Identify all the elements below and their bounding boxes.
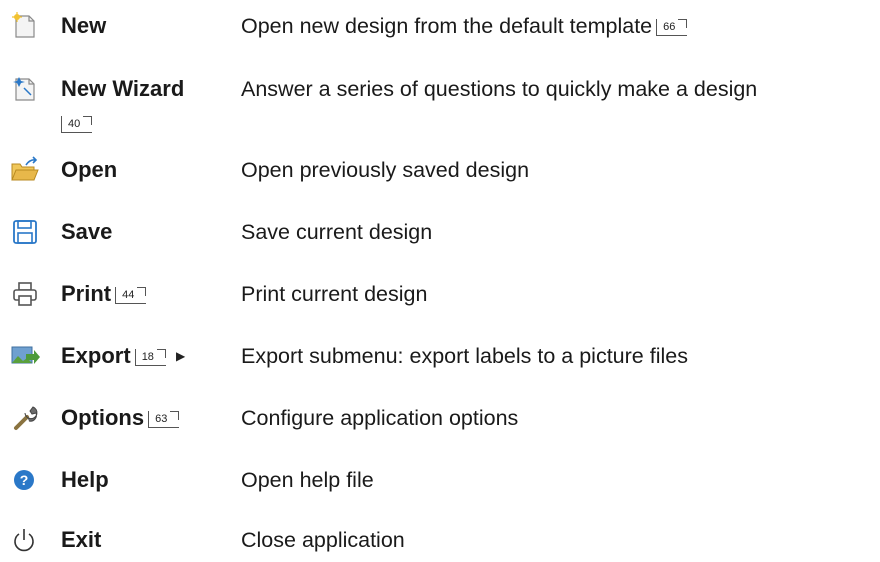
menu-item-label: Export 18 ▶ [61, 343, 186, 368]
help-icon: ? [10, 466, 40, 494]
menu-row-export[interactable]: Export 18 ▶ Export submenu: export labels … [0, 338, 880, 378]
menu-item-description: Open previously saved design [241, 158, 530, 182]
page-reference[interactable]: 40 [61, 116, 93, 133]
menu-row-new-wizard[interactable]: New Wizard Answer a series of questions … [0, 71, 880, 111]
page-reference[interactable]: 44 [115, 287, 147, 304]
menu-item-label: Print 44 [61, 281, 147, 307]
menu-item-description: Open new design from the default templat… [241, 13, 688, 39]
menu-item-label: New Wizard [61, 76, 185, 101]
page-reference[interactable]: 18 [134, 349, 167, 366]
menu-item-description: Export submenu: export labels to a pictu… [241, 344, 688, 368]
export-picture-icon [10, 342, 40, 370]
page-reference-wrap: 40 [61, 116, 93, 135]
page-reference[interactable]: 66 [656, 19, 688, 36]
new-document-icon [10, 12, 40, 40]
menu-row-print[interactable]: Print 44 Print current design [0, 276, 880, 316]
open-folder-icon [10, 156, 40, 184]
menu-row-options[interactable]: Options 63 Configure application options [0, 400, 880, 440]
menu-item-description: Answer a series of questions to quickly … [241, 77, 758, 101]
menu-row-save[interactable]: Save Save current design [0, 214, 880, 254]
menu-item-label: Help [61, 467, 109, 492]
menu-row-new[interactable]: New Open new design from the default tem… [0, 8, 880, 48]
power-icon [10, 526, 40, 554]
menu-item-description: Save current design [241, 220, 433, 244]
menu-item-description: Open help file [241, 468, 374, 492]
menu-row-open[interactable]: Open Open previously saved design [0, 152, 880, 192]
menu-row-help[interactable]: ? Help Open help file [0, 462, 880, 502]
menu-item-label: Options 63 [61, 405, 180, 431]
wrench-icon [10, 404, 40, 432]
save-floppy-icon [10, 218, 40, 246]
wizard-document-icon [10, 75, 40, 103]
menu-item-label: Exit [61, 527, 102, 552]
page-reference[interactable]: 63 [148, 411, 180, 428]
menu-item-description: Print current design [241, 282, 428, 306]
menu-item-label: Open [61, 157, 118, 182]
submenu-arrow-icon: ▶ [175, 349, 186, 363]
menu-row-exit[interactable]: Exit Close application [0, 522, 880, 562]
menu-item-label: Save [61, 219, 113, 244]
svg-text:?: ? [20, 472, 29, 488]
menu-item-label: New [61, 13, 107, 38]
menu-item-description: Configure application options [241, 406, 519, 430]
printer-icon [10, 280, 40, 308]
menu-item-description: Close application [241, 528, 405, 552]
